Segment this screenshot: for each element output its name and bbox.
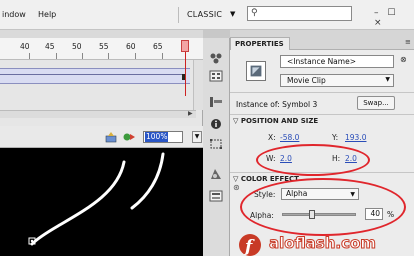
edit-scene-icon[interactable] <box>105 131 119 143</box>
instance-of-label: Instance of: Symbol 3 <box>236 100 318 109</box>
ruler-label: 50 <box>72 42 82 51</box>
x-value[interactable]: -58.0 <box>280 133 299 142</box>
menu-bar: indow Help CLASSIC ▼ ⚲ – ☐ × <box>0 0 414 30</box>
menu-window[interactable]: indow <box>2 10 26 19</box>
layer-frames-row[interactable] <box>0 68 190 84</box>
panel-menu-icon[interactable]: ≡ <box>405 38 411 46</box>
stage-edit-bar: 100% ▼ <box>0 126 203 148</box>
timeline-vertical-scrollbar[interactable] <box>193 60 203 110</box>
zoom-dropdown-button[interactable]: ▼ <box>192 131 202 143</box>
zoom-value: 100% <box>145 132 169 142</box>
color-swatches-icon[interactable] <box>209 168 223 180</box>
chevron-down-icon[interactable]: ▼ <box>230 10 235 18</box>
section-position-size[interactable]: ▽ POSITION AND SIZE <box>233 117 318 125</box>
info-icon[interactable] <box>209 118 223 130</box>
x-label: X: <box>268 133 276 142</box>
workspace-switcher[interactable]: CLASSIC <box>187 10 222 19</box>
tab-properties[interactable]: PROPERTIES <box>230 37 290 50</box>
stage-drawing <box>28 152 165 246</box>
ruler-label: 65 <box>153 42 163 51</box>
ruler-tick <box>162 53 163 59</box>
frame-ruler[interactable]: 40 45 50 55 60 65 <box>0 38 203 60</box>
window-controls[interactable]: – ☐ × <box>374 8 414 28</box>
y-value[interactable]: 193.0 <box>345 133 366 142</box>
align-icon[interactable] <box>209 96 223 108</box>
tools-panel <box>203 30 230 256</box>
zoom-input[interactable]: 100% <box>143 131 183 143</box>
library-icon[interactable] <box>209 70 223 82</box>
instance-name-field[interactable]: <Instance Name> <box>280 55 394 68</box>
movie-clip-symbol-icon <box>246 61 266 81</box>
lock-width-height-icon[interactable]: ⊛ <box>233 183 240 192</box>
playhead-line <box>185 52 186 96</box>
ruler-label: 45 <box>45 42 55 51</box>
white-stroke-right <box>130 152 165 210</box>
ruler-label: 55 <box>99 42 109 51</box>
search-icon: ⚲ <box>251 8 258 18</box>
divider <box>230 92 414 93</box>
divider <box>230 114 414 115</box>
annotation-oval-alpha <box>240 178 406 236</box>
properties-header: PROPERTIES ≡ <box>230 30 414 50</box>
stage-canvas[interactable] <box>0 148 203 256</box>
link-icon[interactable]: ⊗ <box>400 55 407 64</box>
components-icon[interactable] <box>209 190 223 202</box>
ruler-label: 40 <box>20 42 30 51</box>
logo-text: aloflash.com <box>269 234 377 253</box>
transform-icon[interactable] <box>209 138 223 150</box>
chevron-down-icon: ▼ <box>385 76 390 83</box>
ruler-tick <box>108 53 109 59</box>
tools-title-bar <box>203 30 230 38</box>
playhead[interactable] <box>181 40 189 52</box>
edit-symbol-icon[interactable] <box>122 131 136 143</box>
ruler-tick <box>135 53 136 59</box>
tween-line <box>0 74 183 75</box>
ruler-tick <box>82 53 83 59</box>
timeline-horizontal-scrollbar[interactable] <box>0 110 196 118</box>
timeline-title-bar <box>0 30 203 38</box>
white-stroke-left <box>30 160 126 246</box>
symbol-type-value: Movie Clip <box>287 76 326 85</box>
ruler-label: 60 <box>126 42 136 51</box>
search-input[interactable]: ⚲ <box>247 6 352 21</box>
motion-editor-icon[interactable] <box>209 52 223 64</box>
menu-help[interactable]: Help <box>38 10 56 19</box>
ruler-tick <box>29 53 30 59</box>
ruler-tick <box>56 53 57 59</box>
timeline-panel: 40 45 50 55 60 65 ▶ <box>0 30 203 126</box>
section-title: POSITION AND SIZE <box>240 117 319 125</box>
swap-button[interactable]: Swap... <box>357 96 395 110</box>
menu-divider <box>178 7 179 23</box>
annotation-oval-size <box>256 144 370 176</box>
y-label: Y: <box>332 133 339 142</box>
scroll-right-icon[interactable]: ▶ <box>188 110 193 117</box>
symbol-type-dropdown[interactable]: Movie Clip ▼ <box>280 74 394 87</box>
